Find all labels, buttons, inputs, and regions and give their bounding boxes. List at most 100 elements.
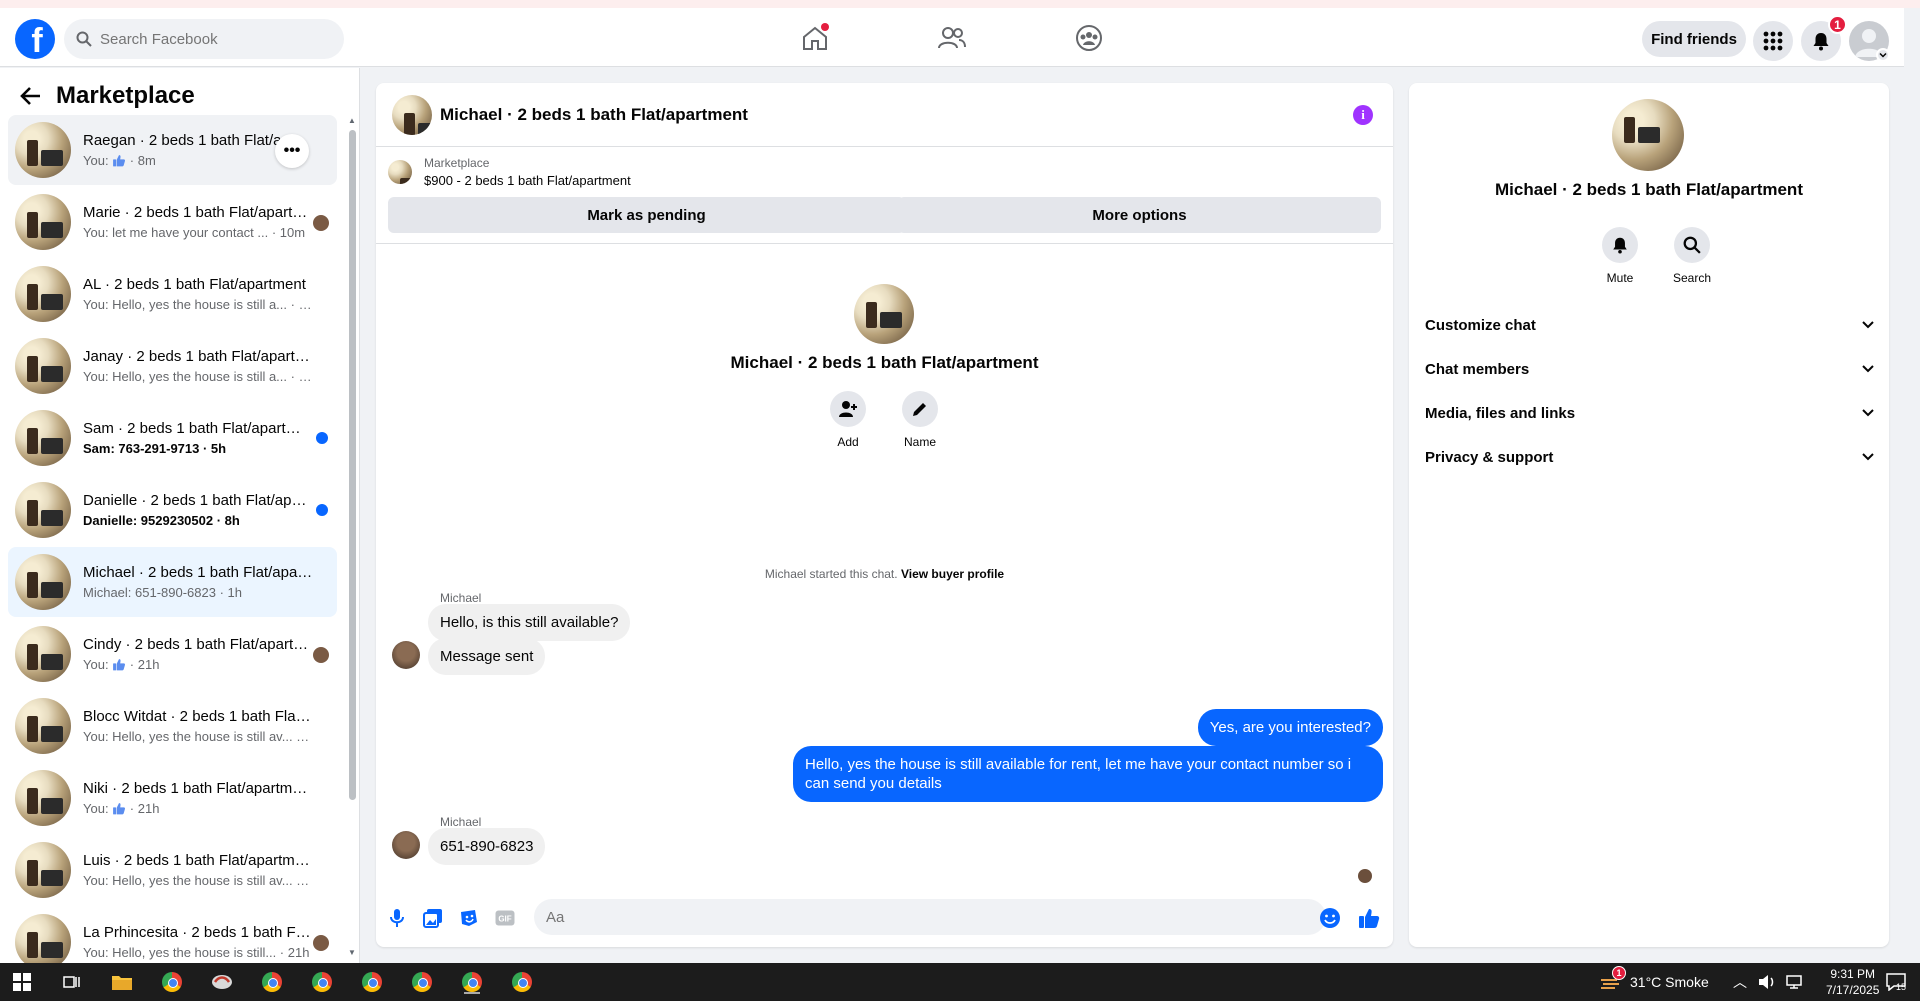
chrome-taskbar-4[interactable]	[310, 970, 334, 994]
gif-button[interactable]: GIF	[494, 907, 516, 929]
conversation-item[interactable]: Blocc Witdat · 2 beds 1 bath Flat/apartm…	[8, 691, 337, 761]
section-label: Privacy & support	[1425, 448, 1554, 466]
info-icon[interactable]: i	[1353, 105, 1373, 125]
chrome-icon	[362, 972, 382, 992]
weather-text[interactable]: 31°C Smoke	[1630, 974, 1709, 990]
back-arrow-icon[interactable]	[20, 86, 42, 106]
chat-thumbnail[interactable]	[392, 94, 432, 135]
home-tab[interactable]	[795, 22, 835, 54]
section-label: Customize chat	[1425, 316, 1536, 334]
conversation-title: Cindy · 2 beds 1 bath Flat/apartment	[83, 636, 313, 653]
volume-button[interactable]	[1755, 970, 1779, 994]
notifications-button[interactable]: 1	[1801, 15, 1847, 61]
mute-action[interactable]: Mute	[1590, 227, 1650, 285]
chrome-taskbar-1[interactable]	[160, 970, 184, 994]
conversation-item[interactable]: Cindy · 2 beds 1 bath Flat/apartment You:…	[8, 619, 337, 689]
conversation-title: Marie · 2 beds 1 bath Flat/apartment	[83, 204, 313, 221]
chrome-taskbar-6[interactable]	[410, 970, 434, 994]
pencil-icon	[913, 403, 926, 416]
app-taskbar-2[interactable]	[210, 970, 234, 994]
conversation-more-button[interactable]: •••	[275, 134, 309, 168]
listing-thumbnail	[15, 914, 71, 963]
more-options-button[interactable]: More options	[898, 197, 1381, 233]
scroll-down-arrow[interactable]: ▼	[348, 948, 356, 957]
incoming-message[interactable]: 651-890-6823	[428, 828, 546, 865]
chat-title[interactable]: Michael · 2 beds 1 bath Flat/apartment	[440, 105, 748, 125]
sender-avatar[interactable]	[392, 641, 420, 669]
incoming-message[interactable]: Message sent	[428, 638, 546, 675]
conversation-item[interactable]: La Prhincesita · 2 beds 1 bath Flat/apar…	[8, 907, 337, 963]
sidebar-scrollbar[interactable]	[349, 130, 356, 800]
time-text: 9:31 PM	[1830, 967, 1876, 981]
notification-center-button[interactable]: 15	[1884, 970, 1908, 994]
show-hidden-icons-chevron[interactable]: ︿	[1733, 972, 1747, 992]
chrome-icon	[412, 972, 432, 992]
account-caret[interactable]	[1876, 48, 1890, 62]
grid-menu-icon	[1763, 31, 1783, 51]
conversation-item[interactable]: Danielle · 2 beds 1 bath Flat/apartment D…	[8, 475, 337, 545]
sender-avatar[interactable]	[392, 831, 420, 859]
listing-price: $900 - 2 beds 1 bath Flat/apartment	[424, 173, 631, 188]
listing-summary[interactable]: Marketplace $900 - 2 beds 1 bath Flat/ap…	[388, 156, 631, 188]
network-icon	[1786, 975, 1802, 989]
menu-button[interactable]	[1753, 21, 1793, 61]
search-label: Search	[1672, 271, 1712, 285]
conversation-item[interactable]: Marie · 2 beds 1 bath Flat/apartment You:…	[8, 187, 337, 257]
task-view-button[interactable]	[60, 970, 84, 994]
conversation-title: Luis · 2 beds 1 bath Flat/apartment	[83, 852, 313, 869]
conversation-item[interactable]: Raegan · 2 beds 1 bath Flat/apartmentYou…	[8, 115, 337, 185]
clock[interactable]: 9:31 PM 7/17/2025	[1826, 966, 1879, 998]
outgoing-message[interactable]: Yes, are you interested?	[1197, 709, 1383, 746]
windows-taskbar: 1 31°C Smoke ︿ 9:31 PM 7/17/2025 15	[0, 963, 1920, 1001]
info-section-privacy-support[interactable]: Privacy & support	[1425, 437, 1875, 477]
sticker-button[interactable]	[458, 907, 480, 929]
search-in-chat-action[interactable]: Search	[1662, 227, 1722, 285]
network-button[interactable]	[1782, 970, 1806, 994]
view-buyer-profile-link[interactable]: View buyer profile	[901, 567, 1004, 581]
conversation-item[interactable]: Niki · 2 beds 1 bath Flat/apartment You: …	[8, 763, 337, 833]
name-chat-action[interactable]: Name	[890, 391, 950, 449]
conversation-item[interactable]: Sam · 2 beds 1 bath Flat/apartment Sam: 7…	[8, 403, 337, 473]
gif-icon: GIF	[495, 910, 515, 926]
voice-clip-button[interactable]	[386, 907, 408, 929]
file-explorer-button[interactable]	[110, 970, 134, 994]
attach-media-button[interactable]	[422, 907, 444, 929]
mark-as-pending-button[interactable]: Mark as pending	[388, 197, 905, 233]
conversation-item[interactable]: Janay · 2 beds 1 bath Flat/apartment You:…	[8, 331, 337, 401]
app-icon	[212, 975, 232, 989]
add-member-action[interactable]: Add	[818, 391, 878, 449]
marketplace-sidebar: Marketplace Raegan · 2 beds 1 bath Flat/…	[0, 68, 360, 963]
outgoing-message[interactable]: Hello, yes the house is still available …	[793, 746, 1383, 802]
active-indicator	[464, 992, 480, 994]
weather-widget[interactable]: 1	[1598, 966, 1626, 994]
scroll-up-arrow[interactable]: ▲	[348, 116, 356, 125]
conversation-item[interactable]: Luis · 2 beds 1 bath Flat/apartment You: …	[8, 835, 337, 905]
chrome-taskbar-3[interactable]	[260, 970, 284, 994]
message-input[interactable]	[534, 899, 1326, 935]
folder-icon	[112, 976, 132, 990]
chrome-taskbar-8[interactable]	[510, 970, 534, 994]
groups-tab[interactable]	[1069, 22, 1109, 54]
read-receipt-avatar	[1358, 869, 1372, 883]
facebook-logo[interactable]: f	[15, 19, 55, 59]
info-section-media-files-and-links[interactable]: Media, files and links	[1425, 393, 1875, 433]
info-section-customize-chat[interactable]: Customize chat	[1425, 305, 1875, 345]
conversation-preview: You: Hello, yes the house is still a... …	[83, 369, 313, 384]
incoming-message[interactable]: Hello, is this still available?	[428, 604, 631, 641]
conversation-item[interactable]: Michael · 2 beds 1 bath Flat/apartment Mi…	[8, 547, 337, 617]
listing-thumbnail	[15, 842, 71, 898]
info-section-chat-members[interactable]: Chat members	[1425, 349, 1875, 389]
search-input[interactable]	[100, 30, 320, 48]
listing-thumbnail	[388, 160, 412, 184]
search-icon	[76, 31, 92, 47]
emoji-button[interactable]	[1319, 907, 1341, 929]
task-view-icon	[63, 976, 80, 988]
search-bar[interactable]	[64, 19, 344, 59]
chrome-taskbar-5[interactable]	[360, 970, 384, 994]
chrome-taskbar-7[interactable]	[460, 970, 484, 994]
conversation-item[interactable]: AL · 2 beds 1 bath Flat/apartment You: He…	[8, 259, 337, 329]
friends-tab[interactable]	[932, 22, 972, 54]
find-friends-button[interactable]: Find friends	[1642, 21, 1746, 57]
like-send-button[interactable]	[1358, 907, 1380, 929]
start-button[interactable]	[10, 970, 34, 994]
